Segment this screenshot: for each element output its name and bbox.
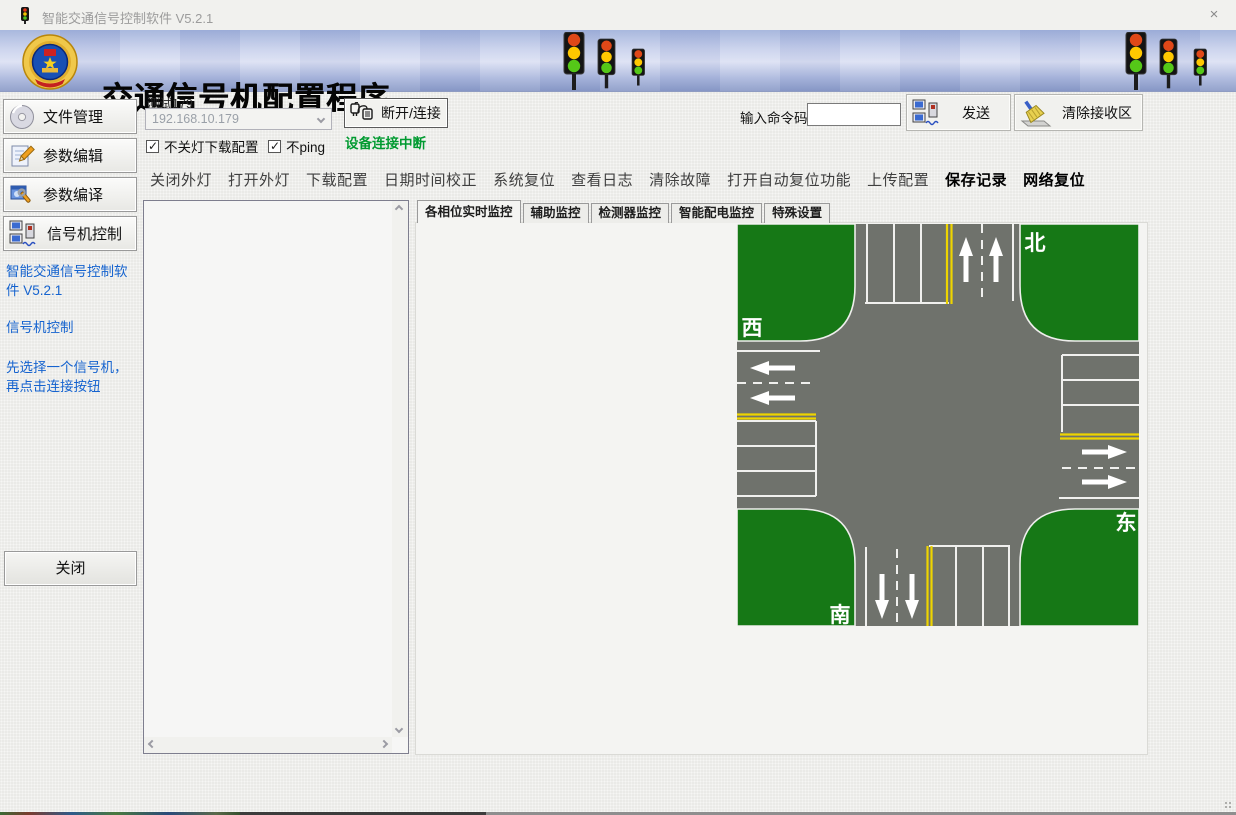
edit-icon	[9, 143, 35, 169]
tab-power-monitor[interactable]: 智能配电监控	[671, 203, 762, 223]
tab-special-settings[interactable]: 特殊设置	[764, 203, 830, 223]
no-ping-option[interactable]: 不ping	[268, 136, 325, 156]
ip-combobox[interactable]: 192.168.10.179	[145, 108, 332, 130]
menu-upload-config[interactable]: 上传配置	[859, 166, 937, 193]
compass-south-label: 南	[830, 603, 851, 626]
tab-phase-realtime-monitor[interactable]: 各相位实时监控	[417, 200, 521, 223]
close-app-button[interactable]: 关闭	[4, 551, 137, 586]
command-code-label: 输入命令码	[740, 107, 808, 127]
horizontal-scrollbar[interactable]	[144, 737, 392, 753]
param-edit-button[interactable]: 参数编辑	[3, 138, 137, 173]
cd-icon	[9, 104, 35, 130]
no-light-off-checkbox[interactable]	[146, 140, 159, 153]
sidebar-info-hint: 先选择一个信号机，再点击连接按钮	[6, 358, 138, 396]
compass-east-label: 东	[1116, 511, 1137, 535]
send-button[interactable]: 发送	[906, 94, 1011, 131]
scroll-down-icon[interactable]	[395, 725, 403, 733]
sidebar-info-version: 智能交通信号控制软件 V5.2.1	[6, 262, 138, 300]
command-menu: 关闭外灯 打开外灯 下载配置 日期时间校正 系统复位 查看日志 清除故障 打开自…	[142, 166, 1152, 193]
menu-system-reset[interactable]: 系统复位	[485, 166, 563, 193]
broom-icon	[1020, 99, 1052, 127]
ip-value: 192.168.10.179	[152, 112, 239, 126]
signal-list-box[interactable]	[143, 200, 409, 754]
menu-auto-reset-enable[interactable]: 打开自动复位功能	[719, 166, 859, 193]
command-code-input[interactable]	[807, 103, 901, 126]
connection-status: 设备连接中断	[345, 132, 426, 152]
monitor-tabs: 各相位实时监控 辅助监控 检测器监控 智能配电监控 特殊设置	[417, 200, 832, 223]
header-banner: 交通信号机配置程序	[0, 30, 1236, 92]
menu-clear-fault[interactable]: 清除故障	[641, 166, 719, 193]
menu-close-outer-lights[interactable]: 关闭外灯	[142, 166, 220, 193]
chevron-down-icon	[317, 115, 325, 123]
clear-receive-button[interactable]: 清除接收区	[1014, 94, 1143, 131]
signal-control-label: 信号机控制	[47, 223, 122, 244]
send-computers-icon	[912, 99, 942, 127]
no-ping-label: 不ping	[286, 136, 325, 156]
scroll-up-icon[interactable]	[395, 205, 403, 213]
traffic-lights-decor-right	[1120, 32, 1226, 90]
tab-detector-monitor[interactable]: 检测器监控	[591, 203, 670, 223]
file-manage-button[interactable]: 文件管理	[3, 99, 137, 134]
police-badge-icon	[22, 34, 78, 90]
compass-north-label: 北	[1025, 231, 1046, 255]
menu-datetime-calibrate[interactable]: 日期时间校正	[376, 166, 485, 193]
menu-network-reset[interactable]: 网络复位	[1015, 166, 1093, 193]
menu-save-record[interactable]: 保存记录	[937, 166, 1015, 193]
param-edit-label: 参数编辑	[43, 145, 103, 166]
app-traffic-light-icon	[16, 6, 34, 24]
compile-icon	[9, 182, 35, 208]
intersection-diagram: 北 西 东 南	[737, 224, 1139, 626]
resize-grip[interactable]	[1224, 801, 1233, 810]
param-compile-button[interactable]: 参数编译	[3, 177, 137, 212]
menu-view-log[interactable]: 查看日志	[563, 166, 641, 193]
title-bar: 智能交通信号控制软件 V5.2.1 ×	[0, 0, 1236, 30]
compass-west-label: 西	[742, 316, 763, 340]
scroll-right-icon[interactable]	[380, 740, 388, 748]
computers-icon	[9, 220, 39, 248]
window-title: 智能交通信号控制软件 V5.2.1	[42, 8, 213, 27]
connect-button-label: 断开/连接	[381, 103, 441, 123]
connect-button[interactable]: 断开/连接	[344, 98, 448, 128]
no-light-off-option[interactable]: 不关灯下载配置	[146, 136, 259, 156]
send-button-label: 发送	[942, 103, 1010, 123]
no-light-off-label: 不关灯下载配置	[164, 136, 259, 156]
clear-receive-label: 清除接收区	[1052, 103, 1142, 123]
close-icon[interactable]: ×	[1200, 3, 1228, 27]
vertical-scrollbar[interactable]	[392, 201, 408, 737]
menu-open-outer-lights[interactable]: 打开外灯	[220, 166, 298, 193]
menu-download-config[interactable]: 下载配置	[298, 166, 376, 193]
traffic-lights-decor-left	[558, 32, 664, 90]
param-compile-label: 参数编译	[43, 184, 103, 205]
no-ping-checkbox[interactable]	[268, 140, 281, 153]
signal-control-button[interactable]: 信号机控制	[3, 216, 137, 251]
tab-aux-monitor[interactable]: 辅助监控	[523, 203, 589, 223]
scroll-left-icon[interactable]	[148, 740, 156, 748]
plug-icon	[349, 102, 375, 124]
sidebar-info-mode: 信号机控制	[6, 318, 138, 337]
file-manage-label: 文件管理	[43, 106, 103, 127]
